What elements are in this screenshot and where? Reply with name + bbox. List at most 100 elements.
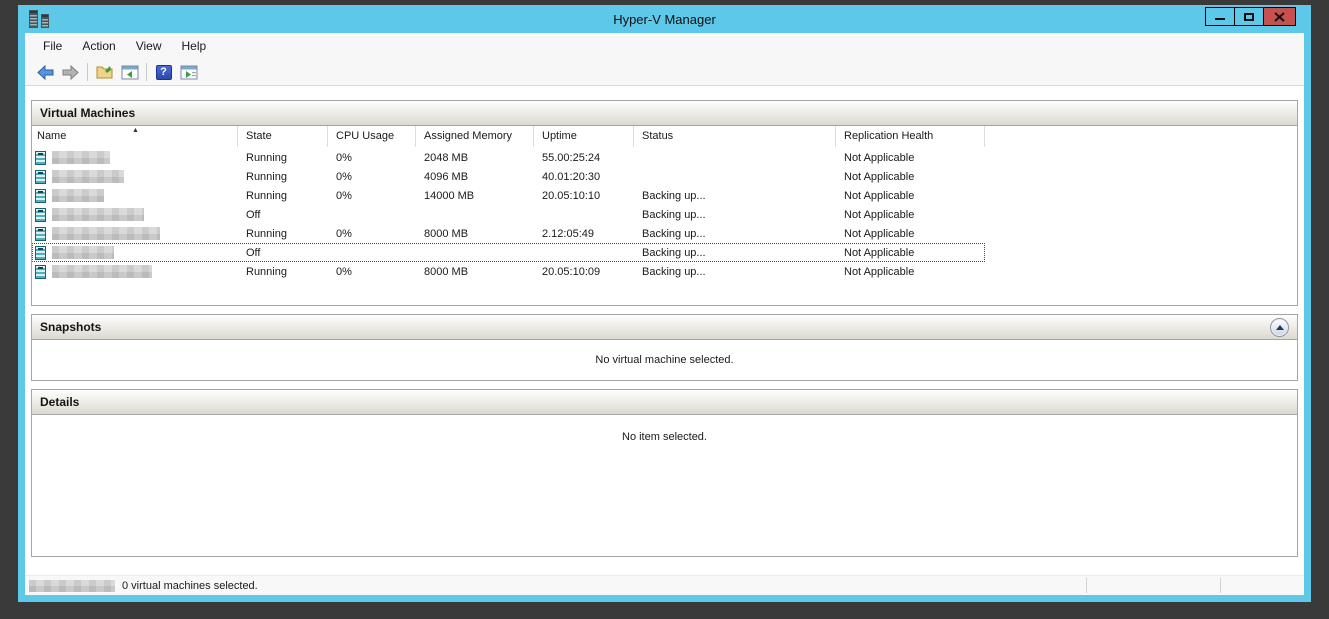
vm-table-row[interactable]: Running 0% 4096 MB 40.01:20:30 Not Appli… — [32, 167, 985, 186]
vm-table-row[interactable]: Running 0% 14000 MB 20.05:10:10 Backing … — [32, 186, 985, 205]
help-icon: ? — [156, 65, 172, 80]
close-button[interactable] — [1263, 7, 1296, 26]
vm-cpu-usage: 0% — [328, 171, 416, 183]
vm-table-row[interactable]: Running 0% 8000 MB 2.12:05:49 Backing up… — [32, 224, 985, 243]
menu-file[interactable]: File — [33, 35, 72, 57]
column-header-cpu-usage[interactable]: CPU Usage — [328, 126, 416, 147]
vm-icon — [35, 246, 46, 260]
minimize-button[interactable] — [1205, 7, 1235, 26]
column-header-assigned-memory[interactable]: Assigned Memory — [416, 126, 534, 147]
vm-table-row[interactable]: Running 0% 2048 MB 55.00:25:24 Not Appli… — [32, 148, 985, 167]
action-pane-icon — [180, 65, 198, 80]
column-header-replication-health[interactable]: Replication Health — [836, 126, 985, 147]
vm-status: Backing up... — [634, 247, 836, 259]
column-header-state[interactable]: State — [238, 126, 328, 147]
console-tree-button[interactable] — [117, 61, 142, 83]
details-body: No item selected. — [31, 415, 1298, 557]
details-empty-message: No item selected. — [622, 431, 707, 443]
titlebar: Hyper-V Manager — [18, 5, 1311, 33]
window-title: Hyper-V Manager — [18, 12, 1311, 27]
menu-help[interactable]: Help — [172, 35, 217, 57]
vm-state: Running — [238, 228, 328, 240]
vm-assigned-memory: 4096 MB — [416, 171, 534, 183]
statusbar-separator — [1086, 578, 1087, 593]
redacted-vm-name — [52, 227, 160, 240]
vm-table-row-focused[interactable]: Off Backing up... Not Applicable — [32, 243, 985, 262]
vm-state: Running — [238, 171, 328, 183]
vm-table-row[interactable]: Running 0% 8000 MB 20.05:10:09 Backing u… — [32, 262, 985, 281]
minimize-icon — [1215, 18, 1225, 20]
vm-uptime: 2.12:05:49 — [534, 228, 634, 240]
vm-state: Running — [238, 266, 328, 278]
vm-cpu-usage: 0% — [328, 228, 416, 240]
forward-button[interactable] — [58, 61, 83, 83]
toolbar-separator — [146, 63, 147, 81]
details-panel: Details No item selected. — [31, 389, 1298, 557]
back-button[interactable] — [33, 61, 58, 83]
menu-view[interactable]: View — [126, 35, 172, 57]
menu-action[interactable]: Action — [72, 35, 125, 57]
vm-assigned-memory: 14000 MB — [416, 190, 534, 202]
vm-table-row[interactable]: Off Backing up... Not Applicable — [32, 205, 985, 224]
toolbar: ? — [25, 59, 1304, 86]
vm-cpu-usage: 0% — [328, 190, 416, 202]
vm-uptime: 55.00:25:24 — [534, 152, 634, 164]
vm-assigned-memory: 8000 MB — [416, 228, 534, 240]
main-pane: Virtual Machines Name ▲ State CPU Usage … — [25, 86, 1304, 575]
action-pane-button[interactable] — [176, 61, 201, 83]
vm-status: Backing up... — [634, 209, 836, 221]
snapshots-body: No virtual machine selected. — [31, 340, 1298, 381]
vm-replication-health: Not Applicable — [836, 190, 985, 202]
vm-state: Running — [238, 152, 328, 164]
selection-status-text: 0 virtual machines selected. — [122, 580, 258, 592]
vm-name-cell — [32, 170, 238, 184]
statusbar: 0 virtual machines selected. — [25, 575, 1304, 595]
vm-name-cell — [32, 246, 238, 260]
column-header-uptime[interactable]: Uptime — [534, 126, 634, 147]
virtual-machines-header: Virtual Machines — [31, 100, 1298, 126]
back-arrow-icon — [37, 65, 54, 80]
vm-uptime: 40.01:20:30 — [534, 171, 634, 183]
menubar: File Action View Help — [25, 33, 1304, 59]
vm-icon — [35, 265, 46, 279]
collapse-snapshots-button[interactable] — [1270, 318, 1289, 337]
column-header-status[interactable]: Status — [634, 126, 836, 147]
vm-status: Backing up... — [634, 190, 836, 202]
export-folder-button[interactable] — [92, 61, 117, 83]
sort-asc-icon: ▲ — [132, 127, 139, 134]
vm-icon — [35, 170, 46, 184]
vm-status: Backing up... — [634, 228, 836, 240]
snapshots-empty-message: No virtual machine selected. — [595, 354, 733, 366]
maximize-button[interactable] — [1234, 7, 1264, 26]
vm-uptime: 20.05:10:10 — [534, 190, 634, 202]
vm-replication-health: Not Applicable — [836, 209, 985, 221]
vm-replication-health: Not Applicable — [836, 247, 985, 259]
vm-replication-health: Not Applicable — [836, 228, 985, 240]
redacted-host-name — [29, 580, 115, 592]
virtual-machines-title: Virtual Machines — [40, 106, 135, 120]
vm-state: Running — [238, 190, 328, 202]
vm-name-cell — [32, 265, 238, 279]
vm-replication-health: Not Applicable — [836, 266, 985, 278]
vm-icon — [35, 227, 46, 241]
vm-icon — [35, 208, 46, 222]
redacted-vm-name — [52, 151, 110, 164]
snapshots-title: Snapshots — [40, 320, 101, 334]
vm-name-cell — [32, 208, 238, 222]
details-header: Details — [31, 389, 1298, 415]
column-header-filler — [985, 126, 1297, 147]
folder-arrow-icon — [96, 64, 114, 80]
vm-state: Off — [238, 209, 328, 221]
vm-state: Off — [238, 247, 328, 259]
column-header-name[interactable]: Name ▲ — [32, 126, 238, 147]
vm-status: Backing up... — [634, 266, 836, 278]
vm-cpu-usage: 0% — [328, 266, 416, 278]
help-button[interactable]: ? — [151, 61, 176, 83]
close-icon — [1274, 12, 1285, 22]
vm-icon — [35, 189, 46, 203]
vm-icon — [35, 151, 46, 165]
vm-name-cell — [32, 189, 238, 203]
toolbar-separator — [87, 63, 88, 81]
vm-uptime: 20.05:10:09 — [534, 266, 634, 278]
vm-assigned-memory: 2048 MB — [416, 152, 534, 164]
